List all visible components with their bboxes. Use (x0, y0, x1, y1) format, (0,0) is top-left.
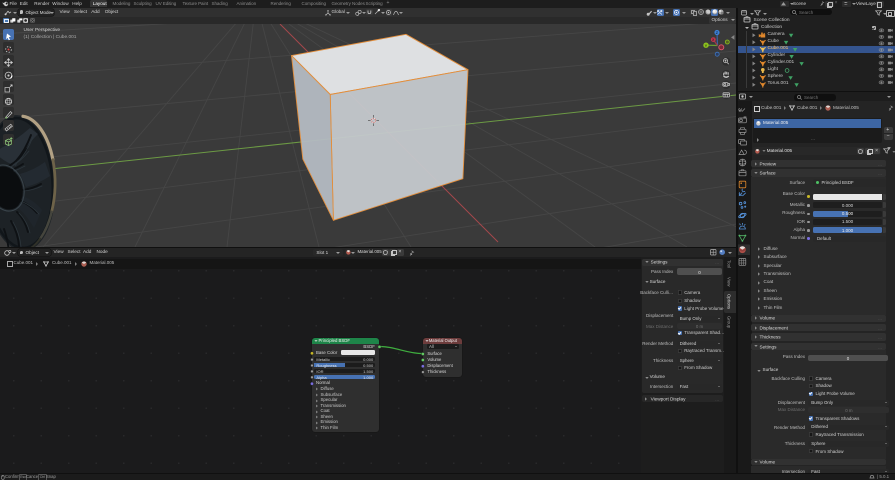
svg-text:Y: Y (705, 43, 708, 48)
